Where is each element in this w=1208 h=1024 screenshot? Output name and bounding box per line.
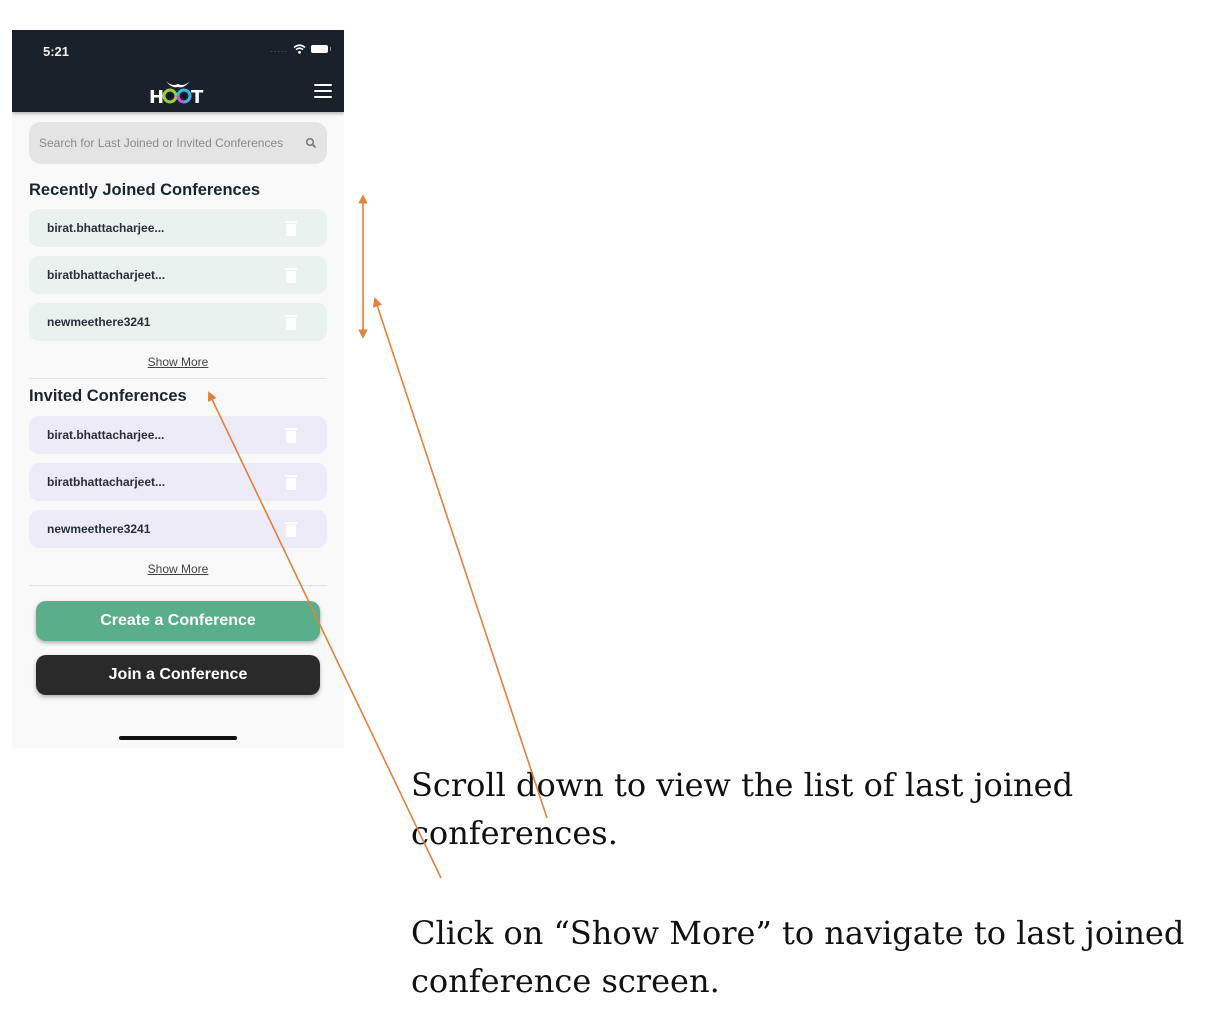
trash-icon[interactable]: [285, 521, 297, 537]
conference-name: birat.bhattacharjee...: [47, 428, 165, 442]
trash-icon[interactable]: [285, 427, 297, 443]
signal-icon: .....: [270, 44, 288, 54]
invited-show-more-link[interactable]: Show More: [12, 562, 344, 576]
invited-conferences-title: Invited Conferences: [29, 387, 187, 405]
conference-name: biratbhattacharjeet...: [47, 268, 166, 282]
battery-icon: [311, 45, 331, 53]
phone-screen: 5:21 ..... H T Search for Last Joined or…: [12, 30, 344, 748]
trash-icon[interactable]: [285, 314, 297, 330]
show-more-annotation-text: Click on “Show More” to navigate to last…: [411, 914, 1185, 1000]
recent-conference-item[interactable]: biratbhattacharjeet...: [29, 256, 327, 294]
search-icon[interactable]: [305, 137, 317, 149]
scroll-pointer-arrow: [372, 297, 548, 819]
trash-icon[interactable]: [285, 267, 297, 283]
join-conference-button[interactable]: Join a Conference: [36, 655, 320, 695]
status-icons: .....: [270, 44, 331, 54]
conference-name: newmeethere3241: [47, 522, 151, 536]
invited-conference-item[interactable]: biratbhattacharjeet...: [29, 463, 327, 501]
trash-icon[interactable]: [285, 220, 297, 236]
svg-text:T: T: [191, 87, 204, 106]
hamburger-menu-icon[interactable]: [314, 84, 332, 98]
svg-text:H: H: [149, 87, 164, 106]
section-divider: [29, 585, 327, 586]
search-input[interactable]: Search for Last Joined or Invited Confer…: [29, 122, 327, 164]
recent-conference-item[interactable]: birat.bhattacharjee...: [29, 209, 327, 247]
home-indicator: [119, 736, 237, 740]
status-time: 5:21: [43, 44, 70, 59]
app-header: 5:21 ..... H T: [12, 30, 344, 112]
conference-name: newmeethere3241: [47, 315, 151, 329]
conference-name: birat.bhattacharjee...: [47, 221, 165, 235]
invited-conference-item[interactable]: birat.bhattacharjee...: [29, 416, 327, 454]
create-conference-button[interactable]: Create a Conference: [36, 601, 320, 641]
wifi-icon: [293, 44, 306, 54]
recent-show-more-link[interactable]: Show More: [12, 355, 344, 369]
search-placeholder: Search for Last Joined or Invited Confer…: [39, 136, 284, 150]
trash-icon[interactable]: [285, 474, 297, 490]
invited-conference-item[interactable]: newmeethere3241: [29, 510, 327, 548]
conference-name: biratbhattacharjeet...: [47, 475, 166, 489]
scroll-annotation-text: Scroll down to view the list of last joi…: [411, 766, 1074, 852]
recent-conference-item[interactable]: newmeethere3241: [29, 303, 327, 341]
recent-conferences-title: Recently Joined Conferences: [29, 181, 261, 199]
hoot-logo: H T: [149, 81, 204, 106]
section-divider: [29, 378, 327, 379]
